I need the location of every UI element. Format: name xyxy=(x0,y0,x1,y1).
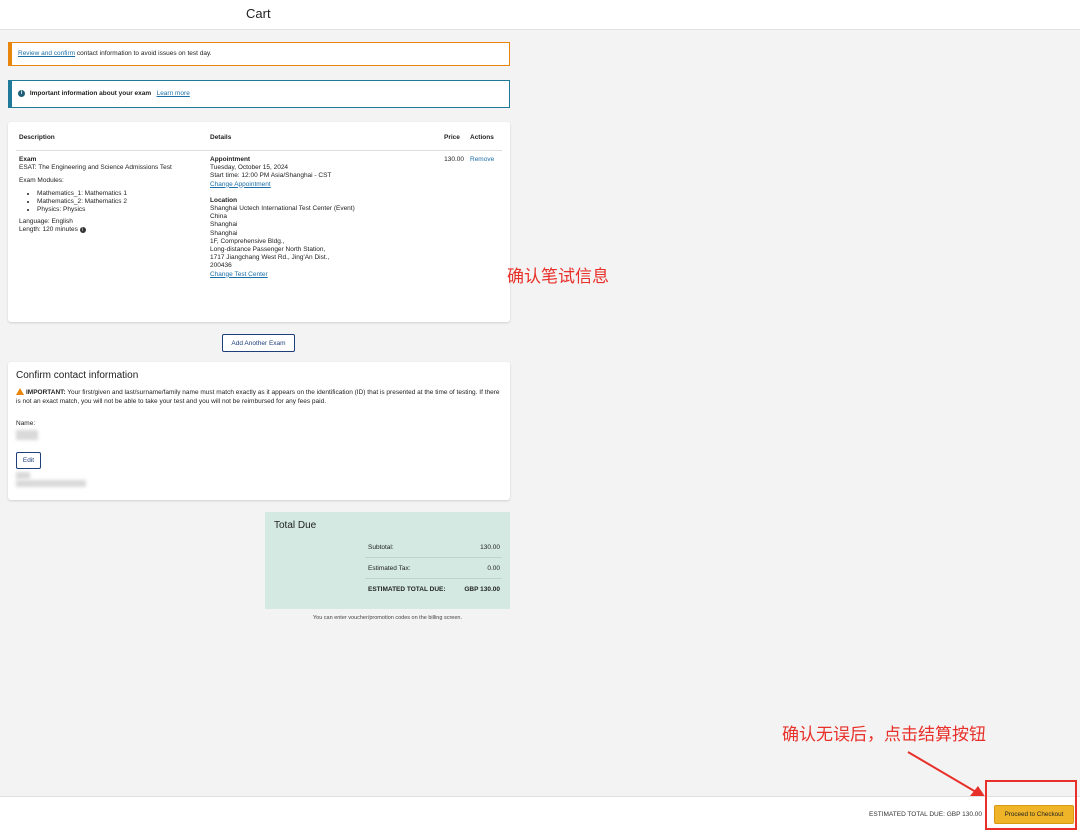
total-due-title: Total Due xyxy=(274,520,317,531)
info-circle-icon[interactable]: i xyxy=(79,226,86,233)
exam-table-card: Description Details Price Actions Exam E… xyxy=(8,122,510,322)
exam-modules-label: Exam Modules: xyxy=(19,177,64,185)
location-line: Shanghai Uctech International Test Cente… xyxy=(210,205,355,213)
header-actions: Actions xyxy=(470,134,494,141)
location-line: China xyxy=(210,213,227,221)
annotation-confirm-checkout: 确认无误后，点击结算按钮 xyxy=(782,725,986,745)
list-item: Mathematics_2: Mathematics 2 xyxy=(37,198,204,206)
footer-estimated-total: ESTIMATED TOTAL DUE: GBP 130.00 xyxy=(869,811,982,818)
list-item: Physics: Physics xyxy=(37,206,204,214)
header-details: Details xyxy=(210,134,232,141)
annotation-confirm-exam-info: 确认笔试信息 xyxy=(507,267,609,287)
exam-length-row: Length: 120 minutes i xyxy=(19,226,204,234)
name-label: Name: xyxy=(16,420,36,427)
annotation-highlight-box xyxy=(985,780,1077,830)
review-alert-text: contact information to avoid issues on t… xyxy=(75,50,212,57)
annotation-arrow-icon xyxy=(907,751,986,798)
checkout-bar: ESTIMATED TOTAL DUE: GBP 130.00 Proceed … xyxy=(0,796,1080,832)
appointment-title: Appointment xyxy=(210,156,251,163)
exam-details: Appointment Tuesday, October 15, 2024 St… xyxy=(210,156,420,279)
redacted-name xyxy=(16,430,38,440)
change-appointment-link[interactable]: Change Appointment xyxy=(210,181,271,188)
exam-description: Exam ESAT: The Engineering and Science A… xyxy=(19,156,204,235)
exam-language: Language: English xyxy=(19,218,73,226)
header-description: Description xyxy=(19,134,55,141)
important-info-alert: i Important information about your exam … xyxy=(8,80,510,108)
warning-text: Your first/given and last/surname/family… xyxy=(16,389,500,405)
exam-modules-list: Mathematics_1: Mathematics 1 Mathematics… xyxy=(19,190,204,215)
header-price: Price xyxy=(444,134,460,141)
contact-heading: Confirm contact information xyxy=(16,370,139,381)
subtotal-label: Subtotal: xyxy=(368,544,394,551)
appointment-date: Tuesday, October 15, 2024 xyxy=(210,164,289,172)
subtotal-value: 130.00 xyxy=(480,544,500,551)
voucher-note: You can enter voucher/promotion codes on… xyxy=(312,615,462,621)
contact-info-card: Confirm contact information IMPORTANT: Y… xyxy=(8,362,510,500)
location-line: Shanghai xyxy=(210,229,238,237)
estimated-total-value: GBP 130.00 xyxy=(464,586,500,593)
tax-value: 0.00 xyxy=(487,565,500,572)
remove-link[interactable]: Remove xyxy=(470,156,494,163)
review-and-confirm-link[interactable]: Review and confirm xyxy=(18,50,75,57)
location-title: Location xyxy=(210,196,238,204)
total-due-panel: Total Due Subtotal: 130.00 Estimated Tax… xyxy=(265,512,510,609)
table-divider xyxy=(16,150,502,151)
warning-bold: IMPORTANT: xyxy=(26,389,66,396)
info-circle-icon: i xyxy=(18,90,25,97)
page-title: Cart xyxy=(246,6,271,21)
location-line: 1F, Comprehensive Bldg., xyxy=(210,237,285,245)
review-contact-alert: Review and confirm contact information t… xyxy=(8,42,510,66)
warning-icon xyxy=(16,388,24,395)
location-line: 200436 xyxy=(210,262,232,270)
top-bar: Cart xyxy=(0,0,1080,30)
learn-more-link[interactable]: Learn more xyxy=(157,90,190,97)
location-line: Long-distance Passenger North Station, xyxy=(210,246,326,254)
total-divider xyxy=(365,557,502,558)
redacted-label xyxy=(16,472,30,479)
total-divider xyxy=(365,578,502,579)
exam-title: Exam xyxy=(19,156,37,163)
tax-label: Estimated Tax: xyxy=(368,565,411,572)
estimated-total-label: ESTIMATED TOTAL DUE: xyxy=(368,586,446,593)
id-warning: IMPORTANT: Your first/given and last/sur… xyxy=(16,388,502,406)
appointment-time: Start time: 12:00 PM Asia/Shanghai - CST xyxy=(210,172,332,180)
location-line: 1717 Jiangchang West Rd., Jing'An Dist., xyxy=(210,254,330,262)
list-item: Mathematics_1: Mathematics 1 xyxy=(37,190,204,198)
exam-length: Length: 120 minutes xyxy=(19,226,78,234)
cart-main: Review and confirm contact information t… xyxy=(0,30,518,796)
edit-contact-button[interactable]: Edit xyxy=(16,452,41,469)
location-line: Shanghai xyxy=(210,221,238,229)
add-another-exam-button[interactable]: Add Another Exam xyxy=(222,334,295,352)
redacted-value xyxy=(16,480,86,487)
important-info-text: Important information about your exam xyxy=(29,90,152,98)
change-test-center-link[interactable]: Change Test Center xyxy=(210,271,268,278)
exam-price: 130.00 xyxy=(444,156,464,163)
exam-name: ESAT: The Engineering and Science Admiss… xyxy=(19,164,172,172)
